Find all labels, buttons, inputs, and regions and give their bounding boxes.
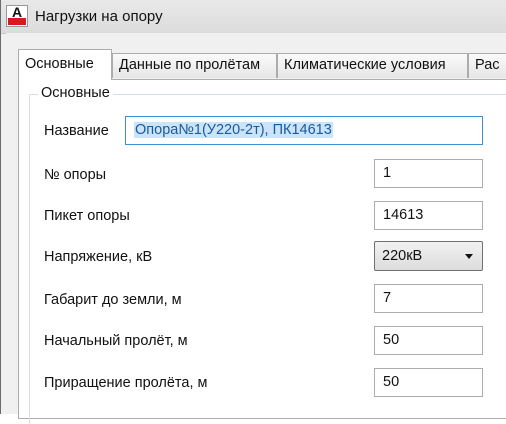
chevron-down-icon[interactable] [465,254,473,259]
name-input[interactable]: Опора№1(У220-2т), ПК14613 [125,116,483,145]
initial-span-label: Начальный пролёт, м [44,333,188,349]
tab-span-data[interactable]: Данные по пролётам [112,53,277,78]
voltage-label: Напряжение, кВ [44,249,153,265]
name-label: Название [44,123,109,139]
tab-climatic-conditions[interactable]: Климатические условия [277,53,468,78]
dialog-client-area: Основные Данные по пролётам Климатически… [6,33,506,424]
voltage-combobox[interactable]: 220кВ [374,241,483,271]
support-number-label: № опоры [44,167,107,183]
span-increment-input[interactable]: 50 [374,368,483,397]
window-title: Нагрузки на опору [35,8,163,25]
span-increment-label: Приращение пролёта, м [44,375,208,391]
voltage-combobox-value: 220кВ [382,248,423,264]
clearance-input[interactable]: 7 [374,284,483,313]
title-bar[interactable]: A Нагрузки на опору [1,0,506,34]
app-icon-red-bar [8,18,26,25]
app-icon[interactable]: A [6,4,28,27]
picket-label: Пикет опоры [44,208,130,224]
tab-calculation-partial[interactable]: Рас [468,53,506,78]
initial-span-input[interactable]: 50 [374,326,483,355]
picket-input[interactable]: 14613 [374,201,483,230]
support-number-input[interactable]: 1 [374,159,483,188]
tab-strip: Основные Данные по пролётам Климатически… [18,49,506,80]
group-title: Основные [38,85,113,101]
tab-main[interactable]: Основные [18,49,112,80]
name-input-value: Опора№1(У220-2т), ПК14613 [134,122,333,138]
dialog-window: A Нагрузки на опору Основные Данные по п… [0,0,506,424]
clearance-label: Габарит до земли, м [44,292,182,308]
tab-panel-main: Основные Название Опора№1(У220-2т), ПК14… [18,79,506,424]
